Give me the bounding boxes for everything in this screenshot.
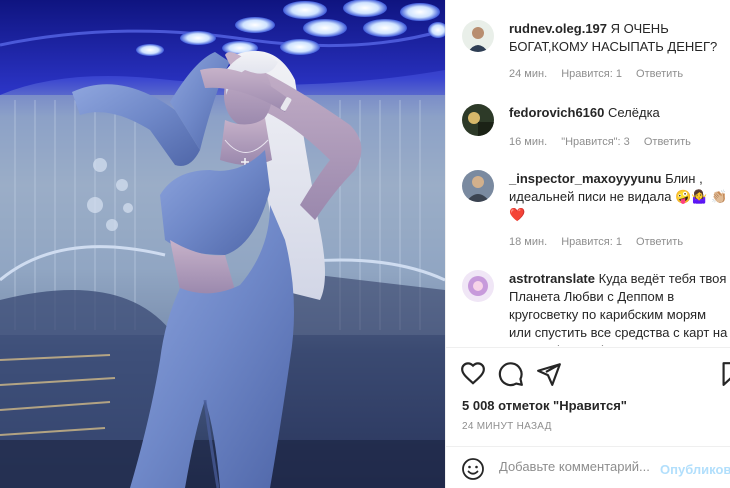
comment-time[interactable]: 16 мин.: [509, 136, 547, 148]
avatar[interactable]: [462, 20, 494, 52]
comment-body: _inspector_maxoyyyunu Блин , идеальней п…: [509, 170, 730, 224]
comment-likes[interactable]: Нравится: 1: [561, 236, 622, 248]
heart-icon[interactable]: [460, 361, 486, 387]
reply-button[interactable]: Ответить: [636, 68, 683, 80]
post-timestamp[interactable]: 24 МИНУТ НАЗАД: [462, 421, 552, 432]
avatar[interactable]: [462, 170, 494, 202]
comment-username[interactable]: _inspector_maxoyyyunu: [509, 171, 661, 186]
avatar[interactable]: [462, 270, 494, 302]
comment-input[interactable]: [499, 459, 657, 474]
comment-username[interactable]: astrotranslate: [509, 271, 595, 286]
add-comment-bar: Опубликовать: [446, 446, 730, 488]
avatar[interactable]: [462, 104, 494, 136]
comment-meta: 24 мин. Нравится: 1 Ответить: [509, 68, 694, 80]
post-actions: [446, 347, 730, 397]
post-sidebar: rudnev.oleg.197 Я ОЧЕНЬ БОГАТ,КОМУ НАСЫП…: [445, 0, 730, 488]
comment-body: fedorovich6160 Селёдка: [509, 104, 730, 122]
paper-plane-icon[interactable]: [536, 361, 562, 387]
photo-illustration: [0, 0, 445, 488]
comments-list[interactable]: rudnev.oleg.197 Я ОЧЕНЬ БОГАТ,КОМУ НАСЫП…: [446, 0, 730, 346]
comment-likes[interactable]: Нравится: 1: [561, 68, 622, 80]
comment-body: rudnev.oleg.197 Я ОЧЕНЬ БОГАТ,КОМУ НАСЫП…: [509, 20, 730, 56]
post-photo[interactable]: [0, 0, 445, 488]
avatar-image: [462, 270, 494, 302]
comment-username[interactable]: fedorovich6160: [509, 105, 604, 120]
likes-count[interactable]: 5 008 отметок "Нравится": [462, 398, 627, 413]
comment-username[interactable]: rudnev.oleg.197: [509, 21, 607, 36]
avatar-image: [462, 104, 494, 136]
smiley-icon[interactable]: [461, 457, 485, 481]
comment-body: astrotranslate Куда ведёт тебя твоя План…: [509, 270, 730, 346]
comment-time[interactable]: 18 мин.: [509, 236, 547, 248]
comment-meta: 16 мин. "Нравится": 3 Ответить: [509, 136, 702, 148]
comment-time[interactable]: 24 мин.: [509, 68, 547, 80]
comment-icon[interactable]: [498, 361, 524, 387]
avatar-image: [462, 170, 494, 202]
publish-button[interactable]: Опубликовать: [660, 462, 730, 477]
bookmark-icon[interactable]: [722, 361, 730, 387]
avatar-image: [462, 20, 494, 52]
comment-meta: 18 мин. Нравится: 1 Ответить: [509, 236, 694, 248]
comment-likes[interactable]: "Нравится": 3: [561, 136, 630, 148]
reply-button[interactable]: Ответить: [636, 236, 683, 248]
comment-text: Селёдка: [608, 105, 660, 120]
reply-button[interactable]: Ответить: [644, 136, 691, 148]
